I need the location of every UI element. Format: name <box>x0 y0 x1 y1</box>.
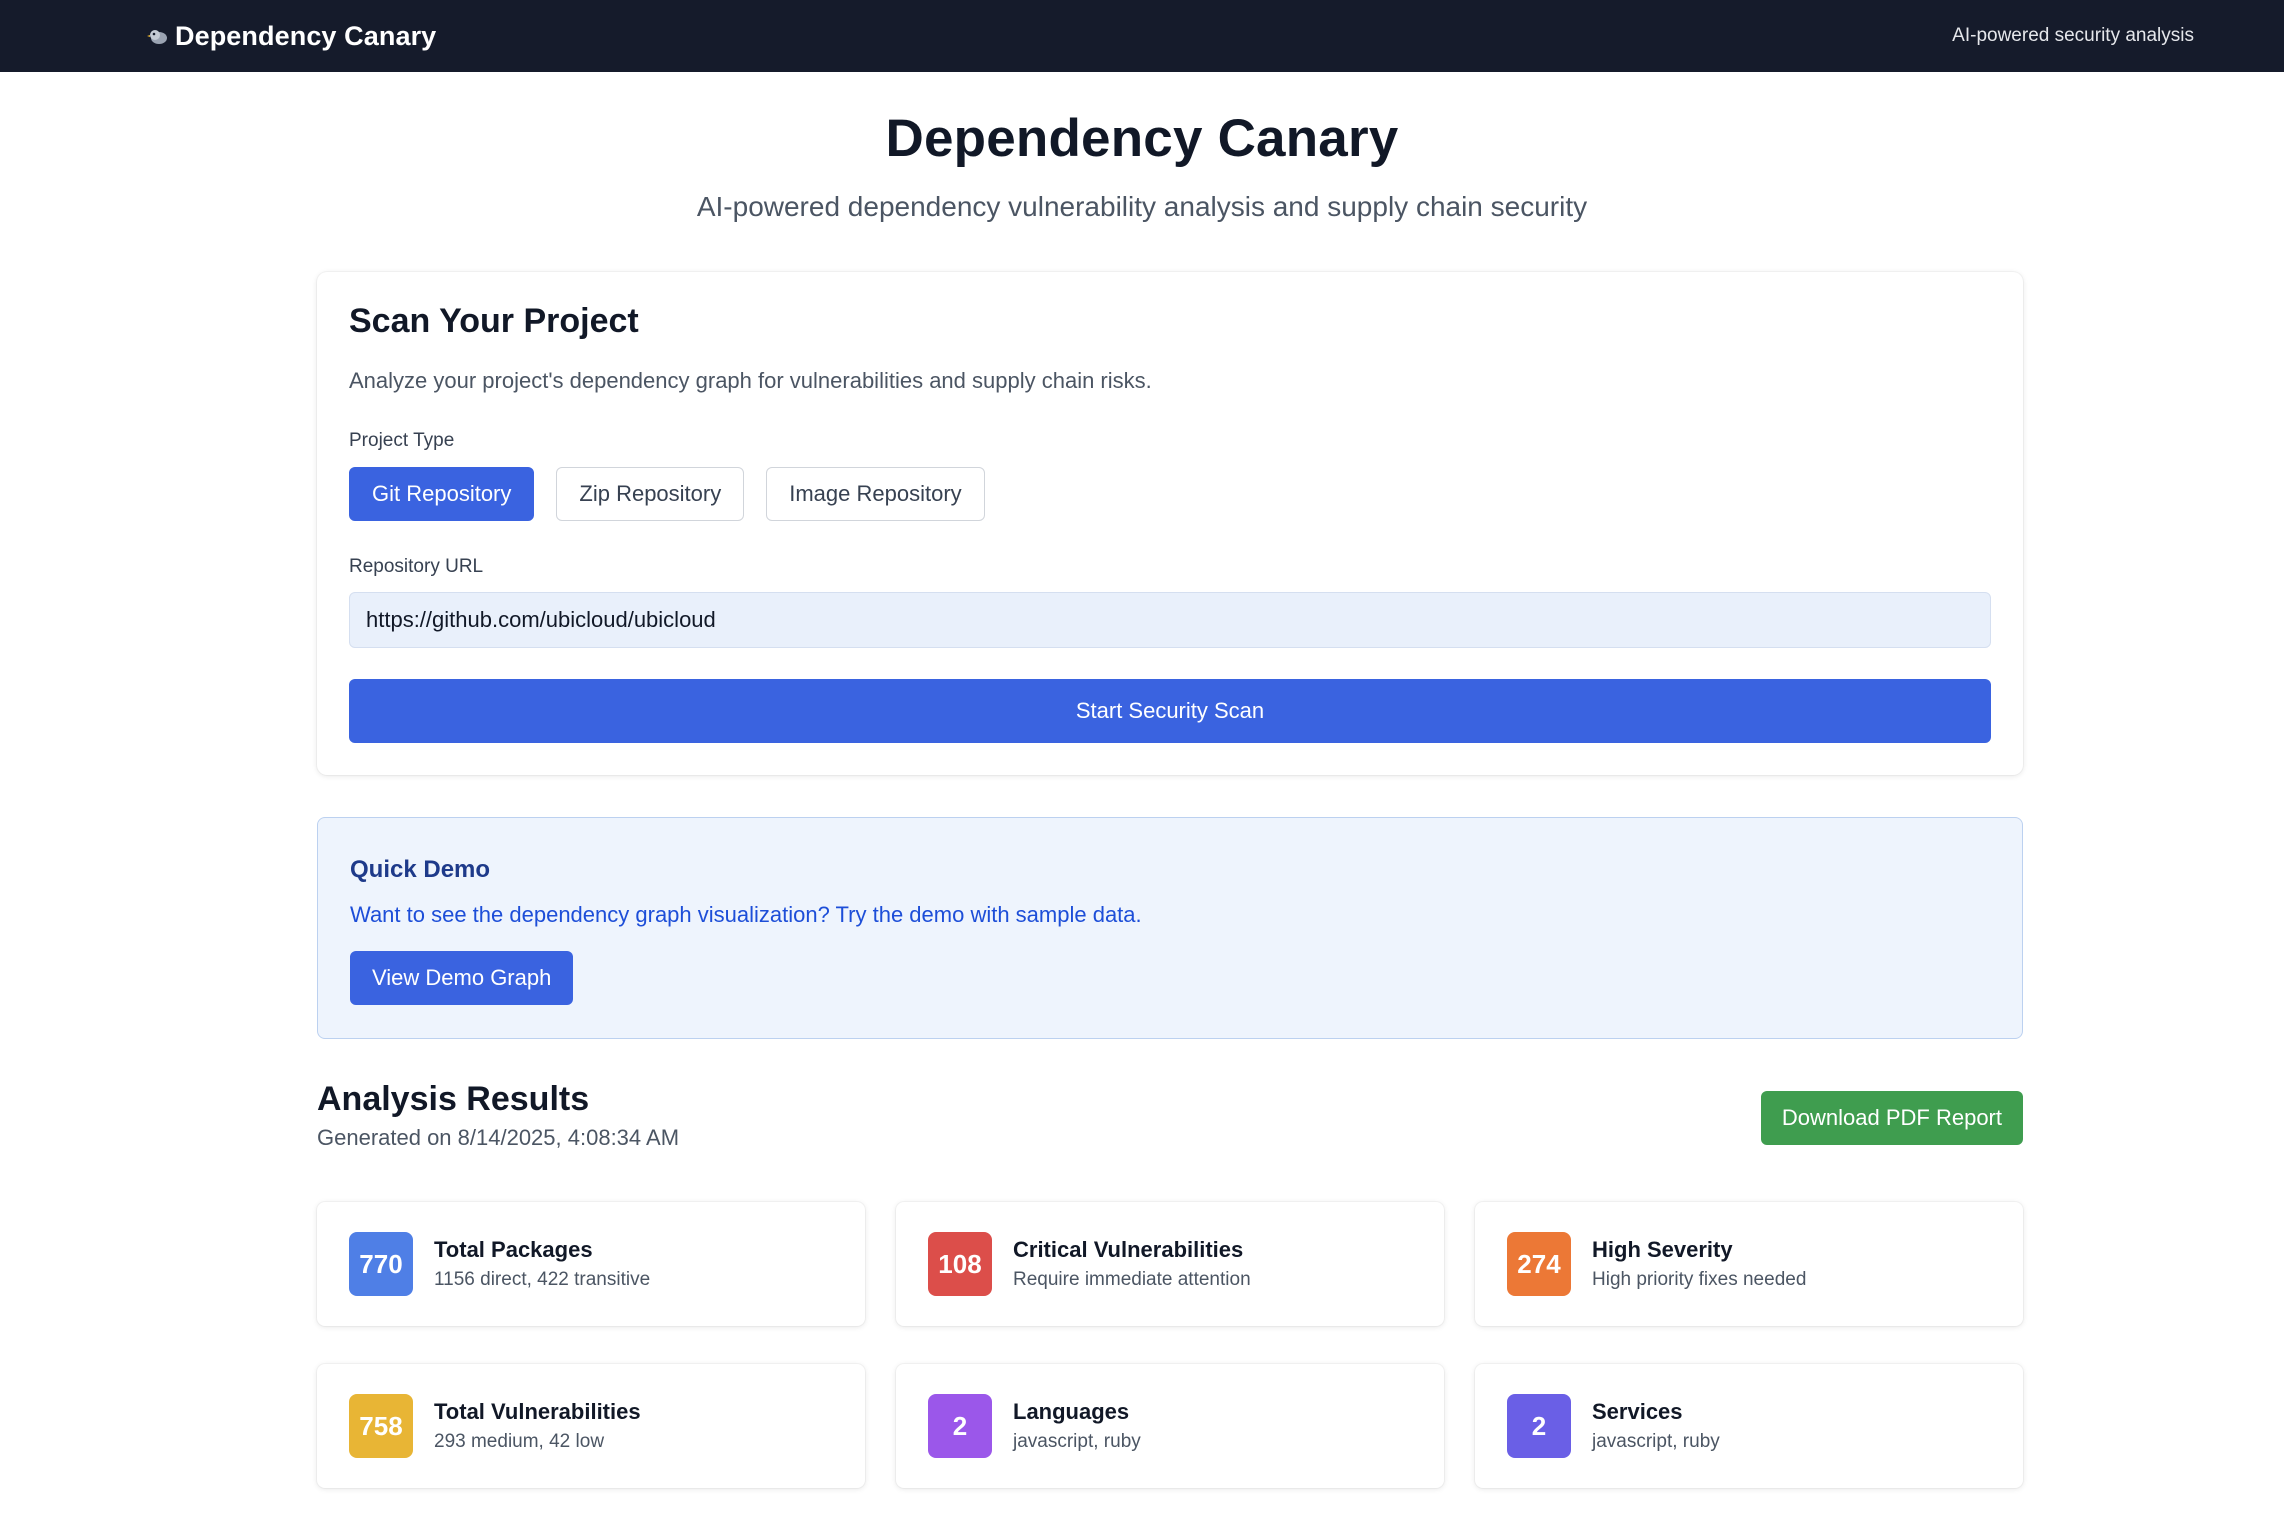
page-title: Dependency Canary <box>885 109 1399 168</box>
nav-tagline: AI-powered security analysis <box>1952 25 2194 46</box>
page-subtitle: AI-powered dependency vulnerability anal… <box>696 191 1588 222</box>
repository-url-input[interactable] <box>349 592 1991 648</box>
stat-badge: 2 <box>1507 1394 1571 1458</box>
stat-badge: 108 <box>928 1232 992 1296</box>
demo-title: Quick Demo <box>350 856 491 883</box>
type-image-repository-button[interactable]: Image Repository <box>766 467 985 521</box>
type-git-repository-button[interactable]: Git Repository <box>349 467 535 521</box>
start-security-scan-button[interactable]: Start Security Scan <box>349 679 1991 743</box>
stat-label: High Severity <box>1592 1237 1733 1262</box>
project-type-label: Project Type <box>349 430 455 451</box>
stat-card-total-vulnerabilities: 758 Total Vulnerabilities 293 medium, 42… <box>317 1364 865 1488</box>
type-zip-repository-button[interactable]: Zip Repository <box>556 467 745 521</box>
stat-label: Services <box>1592 1399 1683 1424</box>
scan-title: Scan Your Project <box>349 302 639 340</box>
stat-card-critical-vulnerabilities: 108 Critical Vulnerabilities Require imm… <box>896 1202 1444 1326</box>
stat-badge: 758 <box>349 1394 413 1458</box>
scan-card: Scan Your Project Analyze your project's… <box>317 272 2023 775</box>
view-demo-graph-button[interactable]: View Demo Graph <box>350 951 574 1005</box>
stat-subtext: 1156 direct, 422 transitive <box>434 1269 651 1290</box>
stat-badge: 274 <box>1507 1232 1571 1296</box>
stat-badge: 2 <box>928 1394 992 1458</box>
stat-label: Languages <box>1013 1399 1130 1424</box>
results-title: Analysis Results <box>317 1080 590 1118</box>
stat-card-services: 2 Services javascript, ruby <box>1475 1364 2023 1488</box>
stat-label: Critical Vulnerabilities <box>1013 1237 1244 1262</box>
stat-card-total-packages: 770 Total Packages 1156 direct, 422 tran… <box>317 1202 865 1326</box>
top-nav: Dependency Canary AI-powered security an… <box>0 0 2284 72</box>
stat-subtext: Require immediate attention <box>1013 1269 1251 1290</box>
stat-subtext: javascript, ruby <box>1013 1431 1141 1452</box>
canary-bird-icon <box>147 30 167 44</box>
download-pdf-report-button[interactable]: Download PDF Report <box>1760 1091 2023 1145</box>
stat-subtext: High priority fixes needed <box>1592 1269 1807 1290</box>
stat-subtext: 293 medium, 42 low <box>434 1431 605 1452</box>
stat-card-languages: 2 Languages javascript, ruby <box>896 1364 1444 1488</box>
stat-label: Total Vulnerabilities <box>434 1399 641 1424</box>
stat-badge: 770 <box>349 1232 413 1296</box>
scan-description: Analyze your project's dependency graph … <box>349 368 1152 393</box>
quick-demo-card: Quick Demo Want to see the dependency gr… <box>317 817 2023 1039</box>
results-header: Analysis Results Generated on 8/14/2025,… <box>317 1080 2023 1160</box>
stat-label: Total Packages <box>434 1237 593 1262</box>
demo-description: Want to see the dependency graph visuali… <box>350 902 1142 927</box>
stat-subtext: javascript, ruby <box>1592 1431 1720 1452</box>
stats-grid: 770 Total Packages 1156 direct, 422 tran… <box>317 1202 2023 1488</box>
brand-name: Dependency Canary <box>175 20 437 51</box>
brand[interactable]: Dependency Canary <box>147 21 436 52</box>
stat-card-high-severity: 274 High Severity High priority fixes ne… <box>1475 1202 2023 1326</box>
results-generated-date: Generated on 8/14/2025, 4:08:34 AM <box>317 1125 680 1150</box>
repository-url-label: Repository URL <box>349 556 484 577</box>
hero: Dependency Canary AI-powered dependency … <box>0 108 2284 223</box>
project-type-selector: Git Repository Zip Repository Image Repo… <box>349 467 985 521</box>
